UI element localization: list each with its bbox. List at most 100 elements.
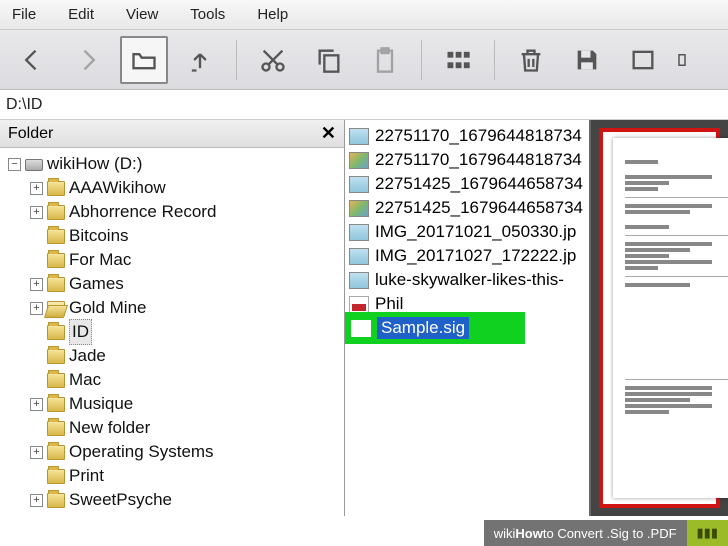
tree-item[interactable]: Mac <box>0 368 344 392</box>
folder-icon <box>47 325 65 340</box>
window-button[interactable] <box>619 36 667 84</box>
copy-button[interactable] <box>305 36 353 84</box>
folder-icon <box>47 397 65 412</box>
menu-bar: File Edit View Tools Help <box>0 0 728 30</box>
tree-item[interactable]: +Gold Mine <box>0 296 344 320</box>
file-row[interactable]: luke-skywalker-likes-this- <box>349 268 589 292</box>
menu-tools[interactable]: Tools <box>190 6 225 23</box>
forward-button[interactable] <box>64 36 112 84</box>
tree-item-label: Jade <box>69 344 106 368</box>
file-name: IMG_20171027_172222.jp <box>375 246 576 266</box>
tree-item[interactable]: +Musique <box>0 392 344 416</box>
selected-file-highlight: Sample.sig <box>345 312 525 344</box>
tree-item[interactable]: Print <box>0 464 344 488</box>
tree-item-label: SweetPsyche <box>69 488 172 512</box>
menu-help[interactable]: Help <box>257 6 288 23</box>
file-row[interactable]: 22751425_1679644658734 <box>349 196 589 220</box>
close-tree-button[interactable]: ✕ <box>321 123 336 144</box>
tree-item-label: Bitcoins <box>69 224 129 248</box>
folder-icon <box>47 181 65 196</box>
tree-item[interactable]: +Games <box>0 272 344 296</box>
path-text: D:\ID <box>6 96 42 114</box>
tree-item[interactable]: New folder <box>0 416 344 440</box>
tree-root-label: wikiHow (D:) <box>47 152 142 176</box>
tree-item-label: Games <box>69 272 124 296</box>
file-thumb-icon <box>349 152 369 169</box>
file-name: 22751425_1679644658734 <box>375 174 583 194</box>
paste-button[interactable] <box>361 36 409 84</box>
file-thumb-icon <box>349 176 369 193</box>
file-row[interactable]: 22751425_1679644658734 <box>349 172 589 196</box>
tree-item-label: Abhorrence Record <box>69 200 216 224</box>
tree-item[interactable]: ID <box>0 320 344 344</box>
tree-item[interactable]: For Mac <box>0 248 344 272</box>
file-row[interactable]: IMG_20171027_172222.jp <box>349 244 589 268</box>
file-name: 22751170_1679644818734 <box>375 126 582 146</box>
tree-item[interactable]: +Abhorrence Record <box>0 200 344 224</box>
tree-item[interactable]: +AAAWikihow <box>0 176 344 200</box>
tree-header: Folder ✕ <box>0 120 344 148</box>
watermark: wikiHow to Convert .Sig to .PDF ▮▮▮ <box>484 520 728 546</box>
tree-header-label: Folder <box>8 125 53 143</box>
tree-item[interactable]: +SweetPsyche <box>0 488 344 512</box>
tree-body[interactable]: − wikiHow (D:) +AAAWikihow+Abhorrence Re… <box>0 148 344 516</box>
file-row[interactable]: 22751170_1679644818734 <box>349 124 589 148</box>
folder-icon <box>47 493 65 508</box>
up-button[interactable] <box>176 36 224 84</box>
folder-tree-pane: Folder ✕ − wikiHow (D:) +AAAWikihow+Abho… <box>0 120 345 516</box>
more-button[interactable] <box>675 36 695 84</box>
watermark-brand: wikiHow to Convert .Sig to .PDF <box>484 520 687 546</box>
tree-item[interactable]: Bitcoins <box>0 224 344 248</box>
file-name: Phil <box>375 294 403 314</box>
menu-file[interactable]: File <box>12 6 36 23</box>
file-icon <box>351 320 371 337</box>
tree-item-label: Mac <box>69 368 101 392</box>
folder-icon <box>47 421 65 436</box>
save-button[interactable] <box>563 36 611 84</box>
tree-item-label: New folder <box>69 416 150 440</box>
folder-icon <box>47 229 65 244</box>
back-button[interactable] <box>8 36 56 84</box>
toolbar <box>0 30 728 90</box>
folder-icon <box>47 205 65 220</box>
tree-item-label: AAAWikihow <box>69 176 166 200</box>
folder-icon <box>47 445 65 460</box>
folder-icon <box>47 301 65 316</box>
file-list-pane[interactable]: 22751170_1679644818734 22751170_167964481… <box>345 120 591 516</box>
file-row[interactable]: IMG_20171021_050330.jp <box>349 220 589 244</box>
tree-item-label: Print <box>69 464 104 488</box>
tree-item[interactable]: +Operating Systems <box>0 440 344 464</box>
delete-button[interactable] <box>507 36 555 84</box>
menu-edit[interactable]: Edit <box>68 6 94 23</box>
drive-icon <box>25 159 43 171</box>
document-preview <box>613 138 728 498</box>
folder-icon <box>47 373 65 388</box>
file-name: 22751170_1679644818734 <box>375 150 582 170</box>
cut-button[interactable] <box>249 36 297 84</box>
tree-item-label: Gold Mine <box>69 296 146 320</box>
folder-icon <box>47 469 65 484</box>
separator <box>421 40 422 80</box>
open-folder-button[interactable] <box>120 36 168 84</box>
file-thumb-icon <box>349 272 369 289</box>
preview-frame <box>599 128 720 508</box>
file-thumb-icon <box>349 248 369 265</box>
folder-icon <box>47 349 65 364</box>
file-thumb-icon <box>349 224 369 241</box>
tree-item[interactable]: Jade <box>0 344 344 368</box>
selected-file-name[interactable]: Sample.sig <box>377 317 469 339</box>
file-name: IMG_20171021_050330.jp <box>375 222 576 242</box>
menu-view[interactable]: View <box>126 6 158 23</box>
tree-item-label: Operating Systems <box>69 440 214 464</box>
watermark-badge: ▮▮▮ <box>687 520 728 546</box>
separator <box>236 40 237 80</box>
file-thumb-icon <box>349 200 369 217</box>
view-grid-button[interactable] <box>434 36 482 84</box>
path-bar[interactable]: D:\ID <box>0 90 728 120</box>
file-row[interactable]: 22751170_1679644818734 <box>349 148 589 172</box>
tree-root[interactable]: − wikiHow (D:) <box>0 152 344 176</box>
file-thumb-icon <box>349 128 369 145</box>
file-name: luke-skywalker-likes-this- <box>375 270 564 290</box>
file-name: 22751425_1679644658734 <box>375 198 583 218</box>
tree-item-label: For Mac <box>69 248 131 272</box>
